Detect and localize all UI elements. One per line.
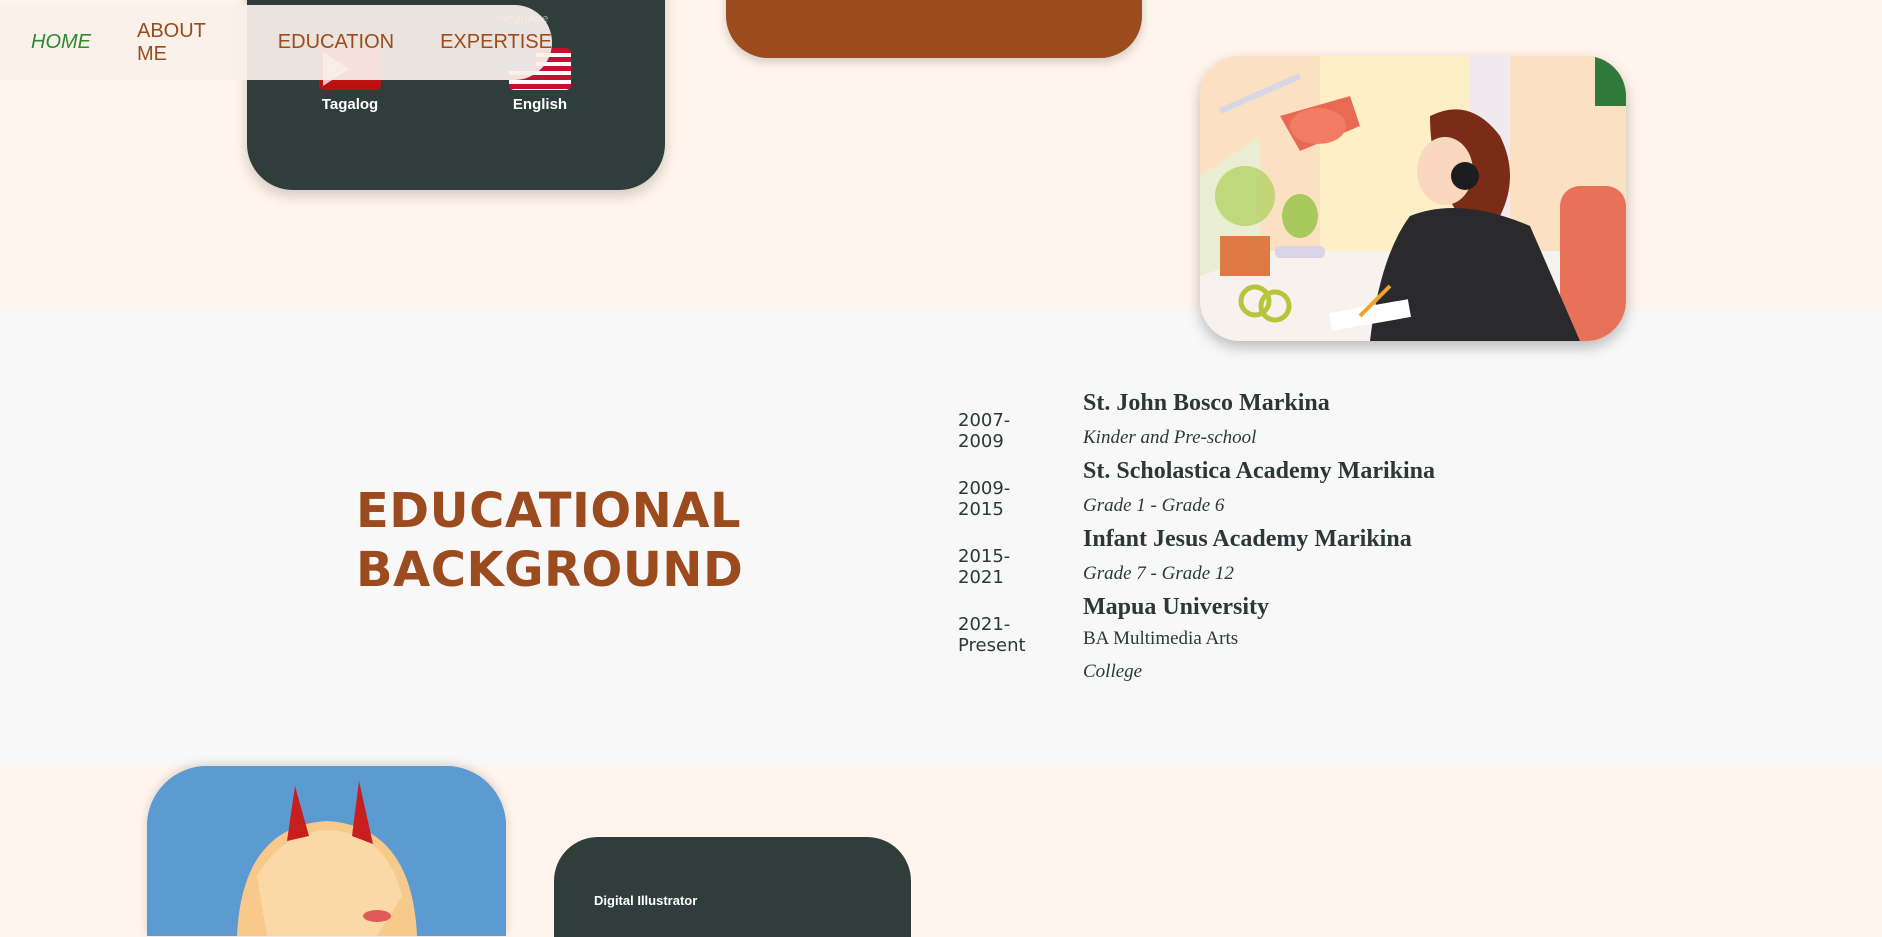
entry-level: Grade 7 - Grade 12 xyxy=(1083,563,1234,584)
entry-school: Infant Jesus Academy Marikina xyxy=(1083,526,1412,552)
entry-school: St. John Bosco Markina xyxy=(1083,390,1330,416)
expertise-card-title: Digital Illustrator xyxy=(594,893,698,908)
entry-level: Grade 1 - Grade 6 xyxy=(1083,495,1225,516)
entry-years: 2009-2015 xyxy=(958,478,1011,520)
entry-degree: BA Multimedia Arts xyxy=(1083,628,1239,649)
expertise-card: Digital Illustrator xyxy=(554,837,911,937)
nav-education-link[interactable]: EDUCATION xyxy=(278,31,394,54)
entry-years: 2015-2021 xyxy=(958,546,1011,588)
education-heading: EDUCATIONAL BACKGROUND xyxy=(356,482,743,600)
language-label: Tagalog xyxy=(321,96,379,113)
entry-level: Kinder and Pre-school xyxy=(1083,427,1257,448)
portrait-art xyxy=(147,766,506,936)
illustration-image xyxy=(1200,56,1626,341)
portrait-image xyxy=(147,766,506,936)
language-label: English xyxy=(512,96,568,113)
main-nav: HOME ABOUT ME EDUCATION EXPERTISE xyxy=(0,5,552,80)
accent-card xyxy=(726,0,1142,58)
education-heading-line1: EDUCATIONAL xyxy=(356,483,742,539)
entry-school: Mapua University xyxy=(1083,594,1269,620)
illustration-art xyxy=(1200,56,1626,341)
education-section: EDUCATIONAL BACKGROUND 2007-2009 St. Joh… xyxy=(0,310,1882,765)
entry-school: St. Scholastica Academy Marikina xyxy=(1083,458,1435,484)
education-heading-line2: BACKGROUND xyxy=(356,542,744,598)
nav-about-link[interactable]: ABOUT ME xyxy=(137,20,232,66)
entry-years: 2021-Present xyxy=(958,614,1026,656)
nav-expertise-link[interactable]: EXPERTISE xyxy=(440,31,552,54)
entry-years: 2007-2009 xyxy=(958,410,1011,452)
entry-level: College xyxy=(1083,661,1143,682)
nav-home-link[interactable]: HOME xyxy=(31,31,91,54)
